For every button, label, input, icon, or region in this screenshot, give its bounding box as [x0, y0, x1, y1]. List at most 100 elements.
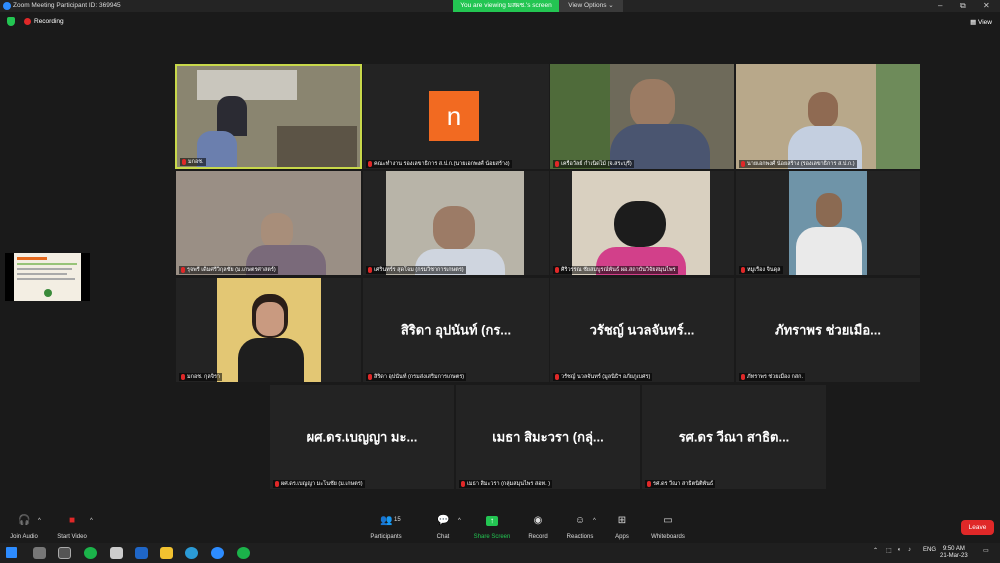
mic-muted-icon	[555, 160, 559, 167]
participant-tile[interactable]: ภัทราพร ช่วยเมือ... ภัทราพร ช่วยเมือง กส…	[736, 278, 920, 382]
participant-tile[interactable]: วรัชญ์ นวลจันทร์... วรัชญ์ นวลจันทร์ (มู…	[550, 278, 734, 382]
apple-icon[interactable]	[33, 547, 46, 559]
sharing-banner: You are viewing มสผช.'s screen	[453, 0, 559, 12]
participant-display-name: รศ.ดร วีณา สาธิต...	[678, 429, 790, 445]
mic-muted-icon	[181, 266, 185, 273]
line-app-icon[interactable]	[84, 547, 97, 559]
input-language[interactable]: ENG	[923, 547, 936, 553]
participants-button[interactable]: 👥 15 Participants	[366, 510, 406, 543]
mic-muted-icon	[275, 480, 279, 487]
app-icon[interactable]	[110, 547, 123, 559]
taskbar-clock[interactable]: 9:50 AM 21-Mar-23	[940, 546, 968, 560]
participant-display-name: สิริดา อุปนันท์ (กร...	[400, 322, 512, 338]
volume-icon[interactable]: ◖	[897, 547, 901, 553]
participant-tile[interactable]: เมธา สิมะวรา (กลุ่... เมธา สิมะวรา (กลุ่…	[456, 385, 640, 489]
participant-name: เมธา สิมะวรา (กลุ่มสมุนไพร สอท. )	[459, 480, 553, 488]
participant-name: มกอช.	[180, 158, 206, 166]
file-explorer-icon[interactable]	[160, 547, 173, 559]
mic-muted-icon	[647, 480, 651, 487]
windows-start-icon[interactable]	[6, 547, 17, 558]
participant-tile[interactable]: n คณะทำงาน รองเลขาธิการ ส.ป.ก.(นายเอกพงศ…	[363, 64, 549, 169]
zoom-logo-icon	[3, 2, 11, 10]
participant-tile[interactable]: รุจพรี เดิมศรีวิกุลชัย (ม.เกษตรศาสตร์)	[176, 171, 361, 275]
mic-muted-icon	[368, 160, 372, 167]
participant-tile[interactable]: ศิริวรรณ ชัยสมบูรณ์พันธ์ ผอ.สถาบันวิจัยส…	[550, 171, 734, 275]
close-icon[interactable]: ✕	[983, 1, 990, 10]
windows-taskbar: ⌃ ⬚ ◖ ♪ ENG 9:50 AM 21-Mar-23 ▭	[0, 543, 1000, 563]
tray-chevron-icon[interactable]: ⌃	[873, 547, 878, 554]
share-screen-button[interactable]: ↑ Share Screen	[472, 510, 512, 543]
participant-display-name: ภัทราพร ช่วยเมือ...	[775, 322, 881, 338]
mic-muted-icon	[741, 373, 745, 380]
participant-tile[interactable]: สิริดา อุปนันท์ (กร... สิริดา อุปนันท์ (…	[363, 278, 549, 382]
participant-name: หมูเรือง จินดุล	[739, 266, 783, 274]
edge-icon[interactable]	[185, 547, 198, 559]
meeting-top-bar: Recording ▦ View	[0, 14, 1000, 30]
video-options-chevron-icon[interactable]: ^	[90, 518, 93, 524]
mic-muted-icon	[181, 373, 185, 380]
participant-tile[interactable]: เครือวัลย์ กำเนิดไม้ (จ.สระบุรี)	[550, 64, 734, 169]
mic-muted-icon	[461, 480, 465, 487]
mic-muted-icon	[368, 266, 372, 273]
participant-tile[interactable]: ผศ.ดร.เบญญา มะ... ผศ.ดร.เบญญา มะโนชัย (ม…	[270, 385, 454, 489]
participant-tile[interactable]: มกอช.	[175, 64, 362, 169]
share-screen-icon: ↑	[486, 516, 498, 526]
mic-muted-icon	[741, 160, 745, 167]
participant-tile[interactable]: เศรินทร์ร สุดโจม (กรมวิชาการเกษตร)	[363, 171, 549, 275]
participant-name: มกอช. กุลจิรา	[179, 373, 223, 381]
reactions-button[interactable]: ☺ Reactions	[560, 510, 600, 543]
participant-tile[interactable]: มกอช. กุลจิรา	[176, 278, 361, 382]
participant-name: ภัทราพร ช่วยเมือง กสก.	[739, 373, 806, 381]
participant-tile[interactable]: หมูเรือง จินดุล	[736, 171, 920, 275]
participant-name: ผศ.ดร.เบญญา มะโนชัย (ม.เกษตร)	[273, 480, 365, 488]
participant-name: รุจพรี เดิมศรีวิกุลชัย (ม.เกษตรศาสตร์)	[179, 266, 278, 274]
participant-display-name: เมธา สิมะวรา (กลุ่...	[492, 429, 604, 445]
join-audio-button[interactable]: 🎧 Join Audio	[4, 510, 44, 543]
mic-muted-icon	[182, 158, 186, 165]
zoom-app-icon[interactable]	[211, 547, 224, 559]
participant-display-name: วรัชญ์ นวลจันทร์...	[589, 322, 695, 338]
whiteboards-button[interactable]: ▭ Whiteboards	[648, 510, 688, 543]
shield-icon[interactable]	[7, 17, 15, 26]
participants-count: 15	[394, 517, 401, 523]
start-video-button[interactable]: ■ Start Video	[52, 510, 92, 543]
recording-icon	[24, 18, 31, 25]
record-icon: ◉	[533, 515, 543, 526]
participant-tile[interactable]: นายเอกพงศ์ น้อยสร้าง (รองเลขาธิการ ส.ป.ก…	[736, 64, 920, 169]
minimize-icon[interactable]: –	[938, 1, 942, 10]
recording-label: Recording	[34, 18, 64, 25]
participant-name: เครือวัลย์ กำเนิดไม้ (จ.สระบุรี)	[553, 160, 634, 168]
participant-name: วรัชญ์ นวลจันทร์ (มูลนิธิฯ อภัยภูเบศร)	[553, 373, 653, 381]
mic-muted-icon	[555, 373, 559, 380]
line-app-icon[interactable]	[237, 547, 250, 559]
avatar: n	[429, 91, 479, 141]
task-view-icon[interactable]	[58, 547, 71, 559]
view-button[interactable]: ▦ View	[970, 18, 992, 26]
meeting-toolbar: 🎧 Join Audio ^ ■ Start Video ^ 👥 15 Part…	[0, 510, 1000, 543]
participant-name: นายเอกพงศ์ น้อยสร้าง (รองเลขาธิการ ส.ป.ก…	[739, 160, 857, 168]
participant-name: คณะทำงาน รองเลขาธิการ ส.ป.ก.(นายเอกพงศ์ …	[366, 160, 512, 168]
record-button[interactable]: ◉ Record	[518, 510, 558, 543]
chat-options-chevron-icon[interactable]: ^	[458, 518, 461, 524]
mic-muted-icon	[368, 373, 372, 380]
reactions-options-chevron-icon[interactable]: ^	[593, 518, 596, 524]
participant-name: รศ.ดร วีณา สาธิตนิติพันธ์	[645, 480, 716, 488]
participant-tile[interactable]: รศ.ดร วีณา สาธิต... รศ.ดร วีณา สาธิตนิติ…	[642, 385, 826, 489]
window-title: Zoom Meeting Participant ID: 369945	[13, 2, 121, 9]
speaker-icon[interactable]: ♪	[908, 547, 911, 553]
apps-button[interactable]: ⊞ Apps	[602, 510, 642, 543]
network-icon[interactable]: ⬚	[886, 547, 892, 554]
restore-icon[interactable]: ⧉	[960, 1, 966, 11]
audio-options-chevron-icon[interactable]: ^	[38, 518, 41, 524]
chat-icon: 💬	[437, 515, 450, 526]
reactions-icon: ☺	[574, 515, 586, 526]
calculator-icon[interactable]	[135, 547, 148, 559]
notification-icon[interactable]: ▭	[983, 547, 989, 554]
leave-button[interactable]: Leave	[961, 520, 994, 535]
participant-display-name: ผศ.ดร.เบญญา มะ...	[306, 429, 418, 445]
chat-button[interactable]: 💬 Chat	[423, 510, 463, 543]
shared-screen-thumbnail[interactable]	[5, 253, 90, 301]
participants-icon: 👥	[380, 515, 393, 526]
view-options-button[interactable]: View Options ⌄	[559, 0, 623, 12]
mic-muted-icon	[741, 266, 745, 273]
